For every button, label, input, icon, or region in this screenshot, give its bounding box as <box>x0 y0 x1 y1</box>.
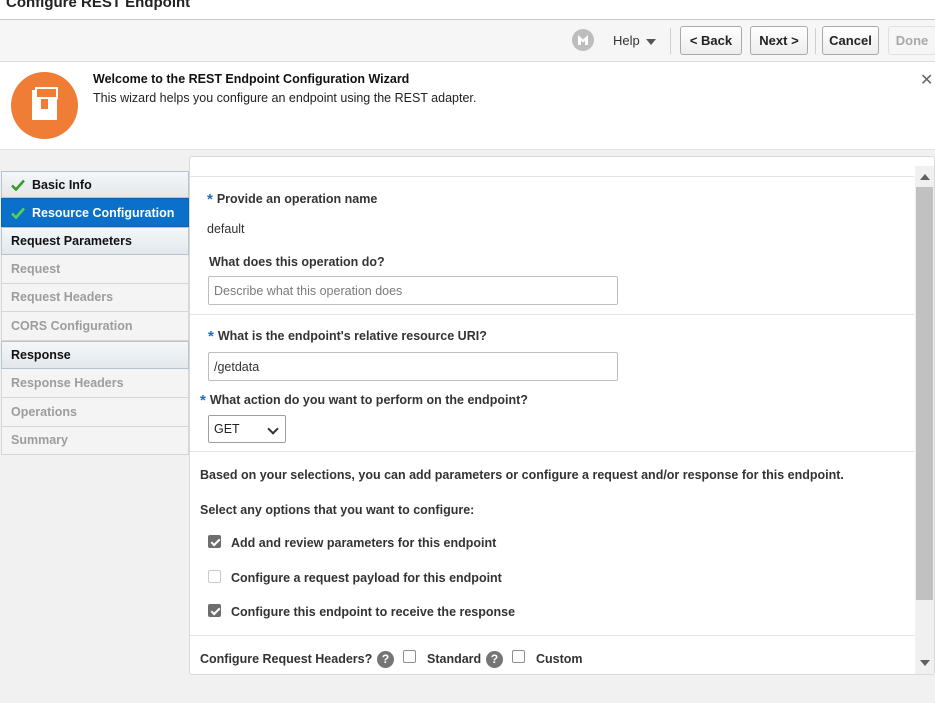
nav-item-label: Summary <box>11 433 68 448</box>
help-label: Help <box>613 33 640 48</box>
headers-standard-label: Standard <box>427 652 482 666</box>
option-label-response: Configure this endpoint to receive the r… <box>231 605 516 619</box>
headers-label: Configure Request Headers? <box>200 652 373 666</box>
nav-item-request-headers[interactable]: Request Headers <box>1 283 189 313</box>
oracle-integration-icon <box>572 29 594 51</box>
option-checkbox-parameters[interactable] <box>208 535 221 548</box>
uri-label: * What is the endpoint's relative resourc… <box>208 328 487 345</box>
scroll-down-icon[interactable] <box>920 660 930 666</box>
chevron-down-icon <box>645 38 656 45</box>
operation-desc-label: What does this operation do? <box>209 255 385 269</box>
nav-item-label: Basic Info <box>32 177 92 192</box>
operation-desc-input[interactable] <box>208 276 618 305</box>
welcome-banner: Welcome to the REST Endpoint Configurati… <box>0 62 935 150</box>
action-select[interactable]: GET <box>208 415 286 443</box>
nav-item-label: Resource Configuration <box>32 205 175 220</box>
nav-item-label: Request Parameters <box>11 234 132 248</box>
nav-item-request-parameters[interactable]: Request Parameters <box>1 227 189 255</box>
option-checkbox-request-payload[interactable] <box>208 570 221 583</box>
checkmark-icon <box>11 179 25 191</box>
wizard-nav: Basic Info Resource Configuration Reques… <box>1 171 189 456</box>
nav-item-cors-configuration[interactable]: CORS Configuration <box>1 312 189 341</box>
nav-item-basic-info[interactable]: Basic Info <box>1 171 189 198</box>
nav-item-resource-configuration[interactable]: Resource Configuration <box>1 198 189 227</box>
operation-name-value[interactable]: default <box>207 222 245 236</box>
nav-item-operations[interactable]: Operations <box>1 397 189 427</box>
toolbar-divider <box>670 28 671 54</box>
chevron-down-icon <box>267 423 279 435</box>
done-button[interactable]: Done <box>888 26 935 55</box>
toolbar-divider <box>815 28 816 54</box>
required-marker: * <box>207 191 213 208</box>
nav-item-response[interactable]: Response <box>1 340 189 370</box>
window-titlebar: Configure REST Endpoint <box>0 0 935 20</box>
close-icon[interactable]: ✕ <box>920 70 933 90</box>
nav-item-response-headers[interactable]: Response Headers <box>1 369 189 398</box>
wizard-toolbar: Help < Back Next > Cancel Done <box>0 20 935 62</box>
required-marker: * <box>208 328 214 345</box>
window-title: Configure REST Endpoint <box>6 0 191 11</box>
help-icon[interactable]: ? <box>486 651 503 668</box>
selection-note: Based on your selections, you can add pa… <box>200 468 844 482</box>
action-select-value: GET <box>214 422 240 436</box>
nav-item-label: Response <box>11 348 71 363</box>
nav-item-label: Request Headers <box>11 290 114 305</box>
headers-custom-checkbox[interactable] <box>512 650 525 663</box>
cancel-button[interactable]: Cancel <box>822 26 879 55</box>
uri-input[interactable] <box>208 352 618 381</box>
checkmark-icon <box>11 207 25 219</box>
nav-item-label: CORS Configuration <box>11 318 133 333</box>
divider <box>190 314 914 315</box>
divider <box>190 451 914 452</box>
option-label-request-payload: Configure a request payload for this end… <box>231 571 502 585</box>
back-button[interactable]: < Back <box>680 26 742 55</box>
headers-standard-checkbox[interactable] <box>403 650 416 663</box>
scroll-up-icon[interactable] <box>920 174 930 180</box>
wizard-icon <box>11 72 78 139</box>
scrollbar-thumb[interactable] <box>916 187 933 600</box>
headers-custom-label: Custom <box>536 652 583 666</box>
help-menu[interactable]: Help <box>613 33 656 48</box>
nav-item-summary[interactable]: Summary <box>1 426 189 456</box>
nav-item-label: Response Headers <box>11 376 124 391</box>
resource-config-panel: * Provide an operation name default What … <box>189 156 935 675</box>
divider <box>190 176 914 177</box>
next-button[interactable]: Next > <box>750 26 808 55</box>
option-label-parameters: Add and review parameters for this endpo… <box>231 536 497 550</box>
divider <box>190 635 914 636</box>
action-label: * What action do you want to perform on t… <box>200 392 528 409</box>
nav-item-label: Request <box>11 261 61 276</box>
banner-title: Welcome to the REST Endpoint Configurati… <box>93 72 410 86</box>
nav-item-request[interactable]: Request <box>1 255 189 284</box>
banner-subtitle: This wizard helps you configure an endpo… <box>93 91 477 105</box>
operation-name-label: * Provide an operation name <box>207 191 378 208</box>
option-checkbox-response[interactable] <box>208 604 221 617</box>
options-prompt: Select any options that you want to conf… <box>200 503 475 517</box>
help-icon[interactable]: ? <box>377 651 394 668</box>
nav-item-label: Operations <box>11 404 77 419</box>
required-marker: * <box>200 392 206 409</box>
